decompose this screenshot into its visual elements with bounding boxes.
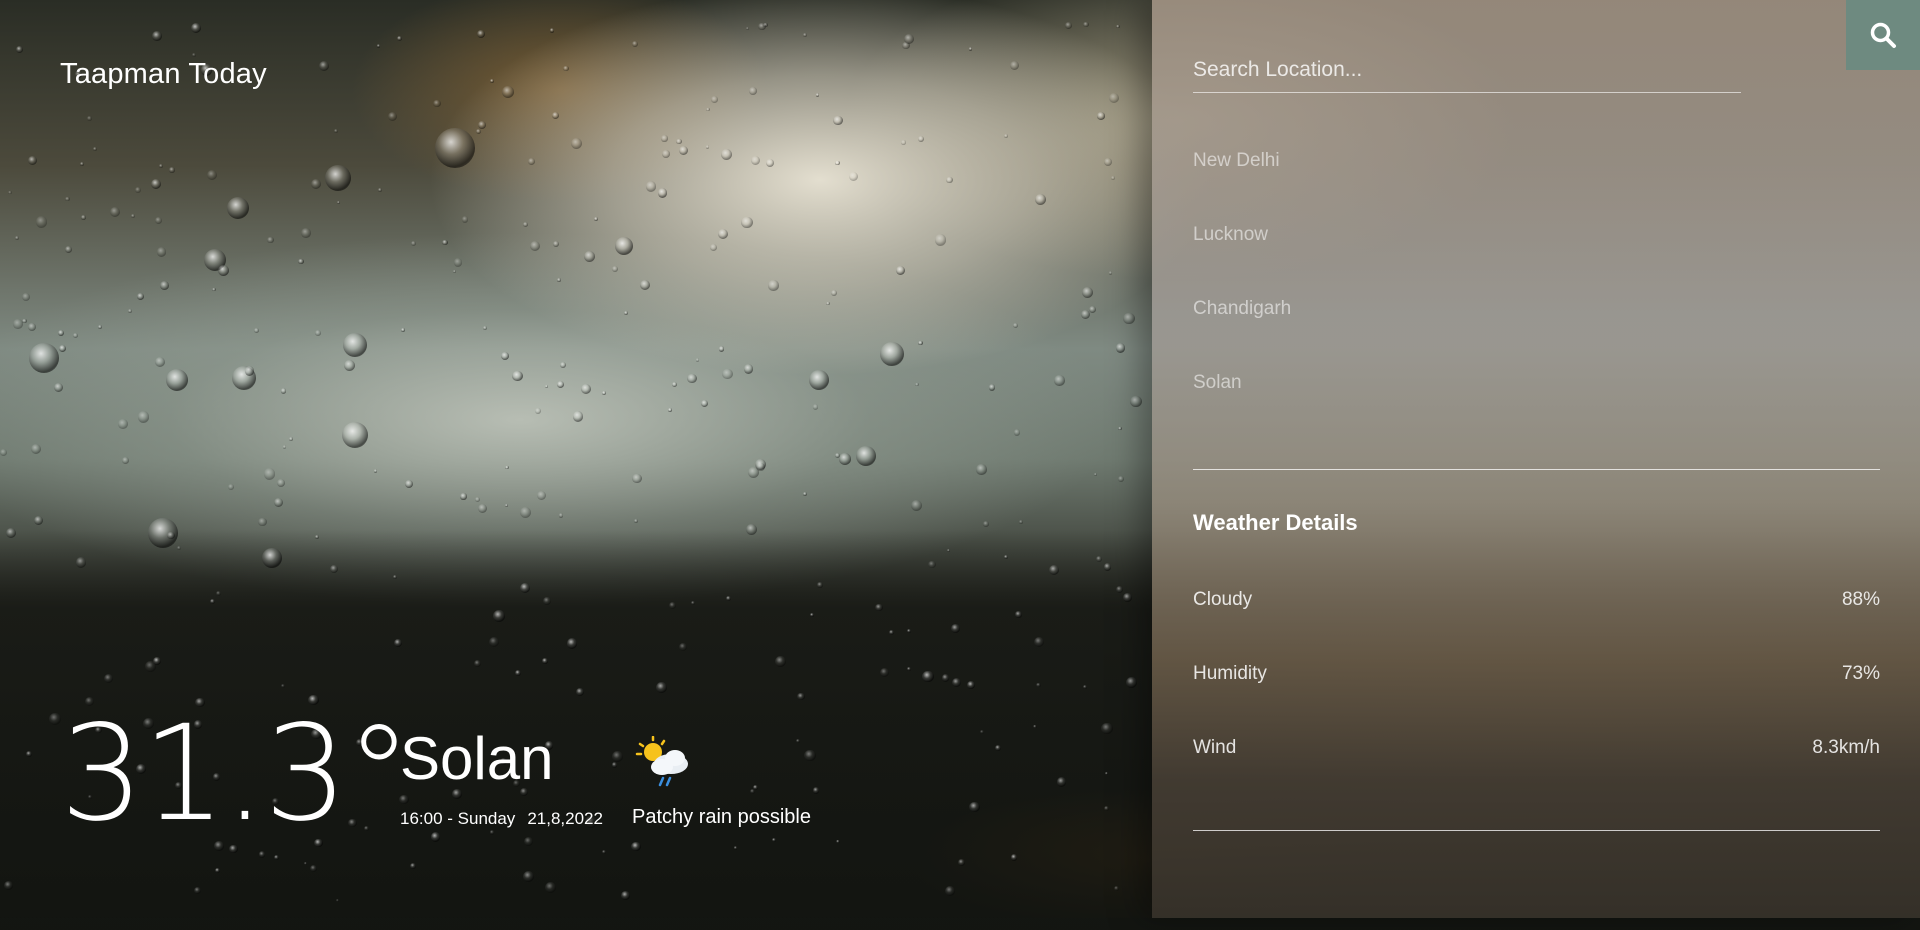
brand-title: Taapman Today — [60, 58, 267, 90]
condition-text: Patchy rain possible — [632, 806, 811, 828]
side-panel: New Delhi Lucknow Chandigarh Solan Weath… — [1152, 0, 1920, 918]
search-input[interactable] — [1193, 48, 1741, 93]
search-button[interactable] — [1846, 0, 1920, 70]
date-time: 16:00 - Sunday 21,8,2022 — [400, 809, 615, 829]
detail-label: Wind — [1193, 737, 1237, 758]
detail-row-humidity: Humidity 73% — [1193, 663, 1880, 685]
weather-details-title: Weather Details — [1193, 510, 1358, 535]
time-day: 16:00 - Sunday — [400, 809, 516, 828]
location-item[interactable]: New Delhi — [1193, 150, 1291, 224]
detail-value: 88% — [1841, 589, 1880, 610]
search-icon — [1870, 22, 1896, 48]
location-list: New Delhi Lucknow Chandigarh Solan — [1193, 150, 1291, 446]
divider — [1193, 469, 1880, 470]
location-item[interactable]: Lucknow — [1193, 224, 1291, 298]
temperature: 31.3° — [60, 697, 412, 851]
detail-row-cloudy: Cloudy 88% — [1193, 589, 1880, 611]
location-item[interactable]: Chandigarh — [1193, 298, 1291, 372]
detail-label: Humidity — [1193, 663, 1267, 684]
detail-value: 73% — [1841, 663, 1880, 684]
divider — [1193, 830, 1880, 831]
detail-value: 8.3km/h — [1812, 737, 1880, 758]
cloud-sun-rain-icon — [635, 736, 688, 787]
detail-row-wind: Wind 8.3km/h — [1193, 737, 1880, 759]
city-name: Solan — [400, 725, 554, 792]
detail-label: Cloudy — [1193, 589, 1253, 610]
location-item[interactable]: Solan — [1193, 372, 1291, 446]
date: 21,8,2022 — [527, 809, 603, 828]
